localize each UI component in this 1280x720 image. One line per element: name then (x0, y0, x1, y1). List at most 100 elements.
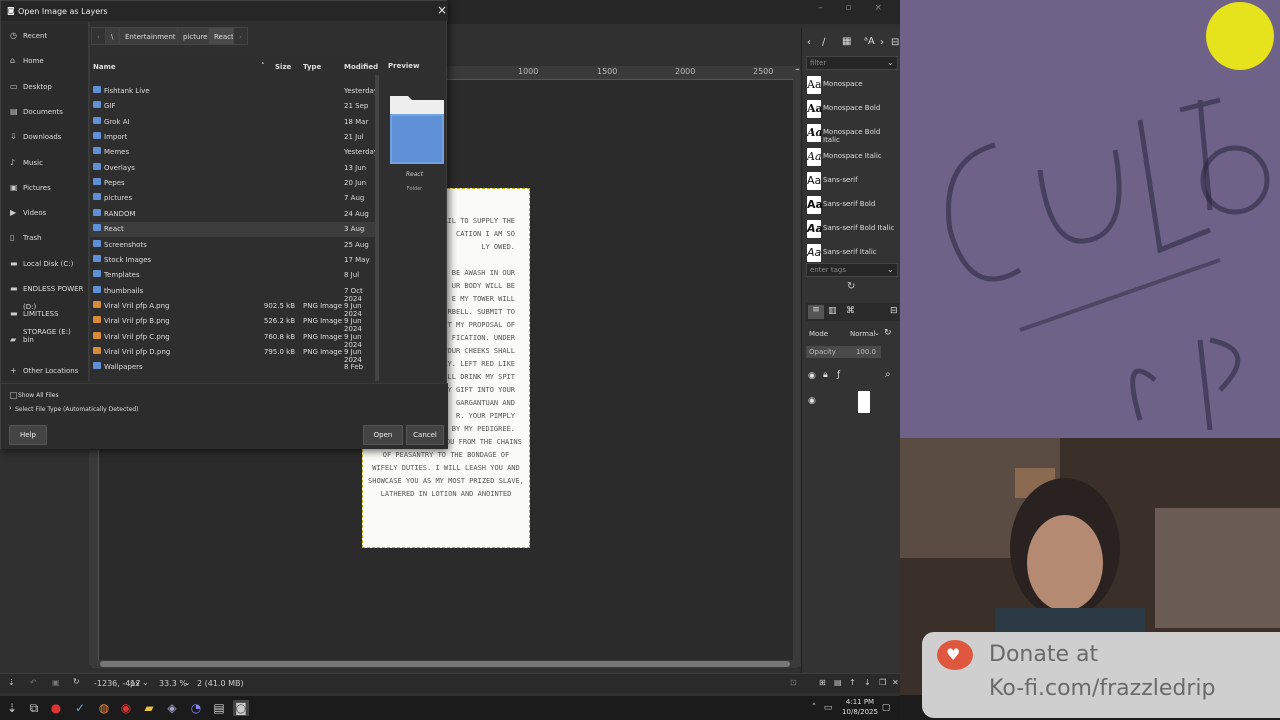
gimp-icon[interactable]: ◙ (233, 700, 249, 716)
dock-menu-icon[interactable]: ⊟ (890, 306, 898, 316)
paths-tab-icon[interactable]: ⌘ (846, 306, 855, 316)
scrollbar-thumb[interactable] (100, 661, 790, 667)
file-list-scrollbar[interactable] (375, 75, 379, 381)
file-row[interactable]: thumbnails 7 Oct 2024 (90, 284, 377, 303)
unit-select[interactable]: px (130, 679, 140, 688)
opacity-slider[interactable]: Opacity 100.0 (806, 346, 881, 358)
app-icon[interactable]: ▤ (211, 700, 227, 716)
chevron-down-icon[interactable]: ⌄ (142, 678, 149, 687)
file-row[interactable]: Viral Vril pfp B.png 526.2 kB PNG Image 9 J… (90, 314, 377, 333)
search-icon[interactable]: ⌕ (885, 369, 891, 380)
column-size[interactable]: Size (275, 63, 291, 71)
mode-reset-icon[interactable]: ↻ (884, 328, 892, 338)
sidebar-item-bin[interactable]: ▰ bin (1, 331, 88, 349)
file-row[interactable]: Grok AI 18 Mar (90, 115, 377, 130)
zoom-select[interactable]: 33.3 % (159, 679, 187, 688)
cancel-button[interactable]: Cancel (406, 425, 444, 445)
file-row[interactable]: Overlays 13 Jun (90, 161, 377, 176)
chevron-left-icon[interactable]: ‹ (91, 27, 106, 45)
pointer-icon[interactable]: ⇣ (8, 678, 15, 687)
font-item[interactable]: Aa Monospace Bold (807, 98, 897, 120)
font-item[interactable]: Aa Monospace Bold Italic (807, 122, 897, 144)
duplicate-icon[interactable]: ❐ (879, 678, 886, 687)
sidebar-item-endless-power-d[interactable]: ▬ ENDLESS POWER (D:) (1, 280, 88, 311)
sidebar-item-home[interactable]: ⌂ Home (1, 52, 88, 70)
layer-thumbnail[interactable] (858, 391, 870, 413)
font-item[interactable]: Aa Sans-serif Bold (807, 194, 897, 216)
vertical-scrollbar[interactable] (793, 70, 801, 667)
notification-icon[interactable]: ▢ (878, 700, 894, 716)
app-icon[interactable]: ◉ (118, 700, 134, 716)
refresh-icon[interactable]: ↻ (847, 281, 855, 292)
sidebar-item-desktop[interactable]: ▭ Desktop (1, 78, 88, 96)
file-row[interactable]: Viral Vril pfp A.png 902.5 kB PNG Image 9 J… (90, 299, 377, 318)
file-row[interactable]: GIF 21 Sep (90, 99, 377, 114)
sidebar-item-other-locations[interactable]: + Other Locations (1, 362, 88, 380)
fx-icon[interactable]: ƒ (837, 370, 840, 380)
brush-icon[interactable]: ∕ (822, 37, 825, 48)
image-icon[interactable]: ▣ (52, 678, 60, 687)
chevron-right-icon[interactable]: › (233, 27, 248, 45)
dock-menu-icon[interactable]: ⊟ (891, 37, 899, 48)
tool-icon[interactable]: ⊡ (790, 678, 797, 687)
steam-icon[interactable]: ◈ (164, 700, 180, 716)
font-item[interactable]: Aa Sans-serif Italic (807, 242, 897, 264)
lock-icon[interactable]: 🔒︎ (823, 370, 828, 380)
chevron-down-icon[interactable]: ⌄ (184, 678, 191, 687)
app-icon[interactable]: ◔ (188, 700, 204, 716)
file-row[interactable]: Viral Vril pfp D.png 795.0 kB PNG Image 9 J… (90, 345, 377, 364)
network-icon[interactable]: ▭ (820, 700, 836, 716)
column-modified[interactable]: Modified (344, 63, 378, 71)
breadcrumb-root[interactable]: \ (105, 27, 120, 45)
font-filter-input[interactable]: filter (806, 56, 898, 70)
group-icon[interactable]: ▤ (834, 678, 842, 687)
new-layer-icon[interactable]: ⊞ (819, 678, 826, 687)
sidebar-item-local-disk-c[interactable]: ▬ Local Disk (C:) (1, 255, 88, 273)
column-type[interactable]: Type (303, 63, 321, 71)
file-row[interactable]: Templates 8 Jul (90, 268, 377, 283)
sidebar-item-downloads[interactable]: ⇩ Downloads (1, 128, 88, 146)
sidebar-item-trash[interactable]: ▯ Trash (1, 229, 88, 247)
font-item[interactable]: Aa Monospace (807, 74, 897, 96)
firefox-icon[interactable]: ◍ (96, 700, 112, 716)
mode-select[interactable]: Normal (850, 330, 875, 338)
file-row[interactable]: Viral Vril pfp C.png 760.8 kB PNG Image 9 J… (90, 330, 377, 349)
file-row[interactable]: RANDOM 24 Aug (90, 207, 377, 222)
clock[interactable]: 4:11 PM 10/8/2025 (840, 697, 880, 717)
sort-up-icon[interactable]: ˄ (261, 62, 265, 70)
sidebar-item-pictures[interactable]: ▣ Pictures (1, 179, 88, 197)
layer-visibility-icon[interactable]: ◉ (808, 396, 816, 406)
lower-icon[interactable]: ↓ (864, 678, 871, 687)
file-row[interactable]: Screenshots 25 Aug (90, 238, 377, 253)
start-icon[interactable]: ⇣ (4, 700, 20, 716)
file-row[interactable]: Pepes 20 Jun (90, 176, 377, 191)
undo-icon[interactable]: ↶ (30, 678, 37, 687)
file-row[interactable]: Stock Images 17 May (90, 253, 377, 268)
show-all-files-checkbox[interactable] (10, 392, 17, 399)
sidebar-item-videos[interactable]: ▶ Videos (1, 204, 88, 222)
pattern-icon[interactable]: ▦ (842, 36, 851, 47)
font-item[interactable]: Aa Sans-serif (807, 170, 897, 192)
chevron-down-icon[interactable]: ⌄ (874, 329, 880, 337)
chevron-right-icon[interactable]: › (880, 37, 884, 48)
select-file-type-expander[interactable]: Select File Type (Automatically Detected… (15, 406, 138, 413)
eye-icon[interactable]: ◉ (808, 371, 816, 381)
task-view-icon[interactable]: ⧉ (26, 700, 42, 716)
tags-input[interactable]: enter tags (806, 263, 898, 277)
font-item[interactable]: Aa Monospace Italic (807, 146, 897, 168)
file-row[interactable]: Fishtank Live Yesterday (90, 84, 378, 99)
folder-icon[interactable]: ▰ (141, 700, 157, 716)
column-name[interactable]: Name (93, 63, 116, 71)
layers-tab-icon[interactable]: ≡ (808, 305, 824, 319)
delete-icon[interactable]: ✕ (892, 678, 899, 687)
sidebar-item-recent[interactable]: ◷ Recent (1, 27, 88, 45)
app-icon[interactable]: ● (48, 700, 64, 716)
close-button[interactable]: × (437, 3, 447, 17)
font-item[interactable]: Aa Sans-serif Bold Italic (807, 218, 897, 240)
sidebar-item-documents[interactable]: ▤ Documents (1, 103, 88, 121)
app-icon[interactable]: ✓ (72, 700, 88, 716)
help-button[interactable]: Help (9, 425, 47, 445)
channels-tab-icon[interactable]: ▥ (828, 306, 837, 316)
window-controls[interactable]: – ▫ × (818, 3, 892, 13)
open-button[interactable]: Open (363, 425, 403, 445)
